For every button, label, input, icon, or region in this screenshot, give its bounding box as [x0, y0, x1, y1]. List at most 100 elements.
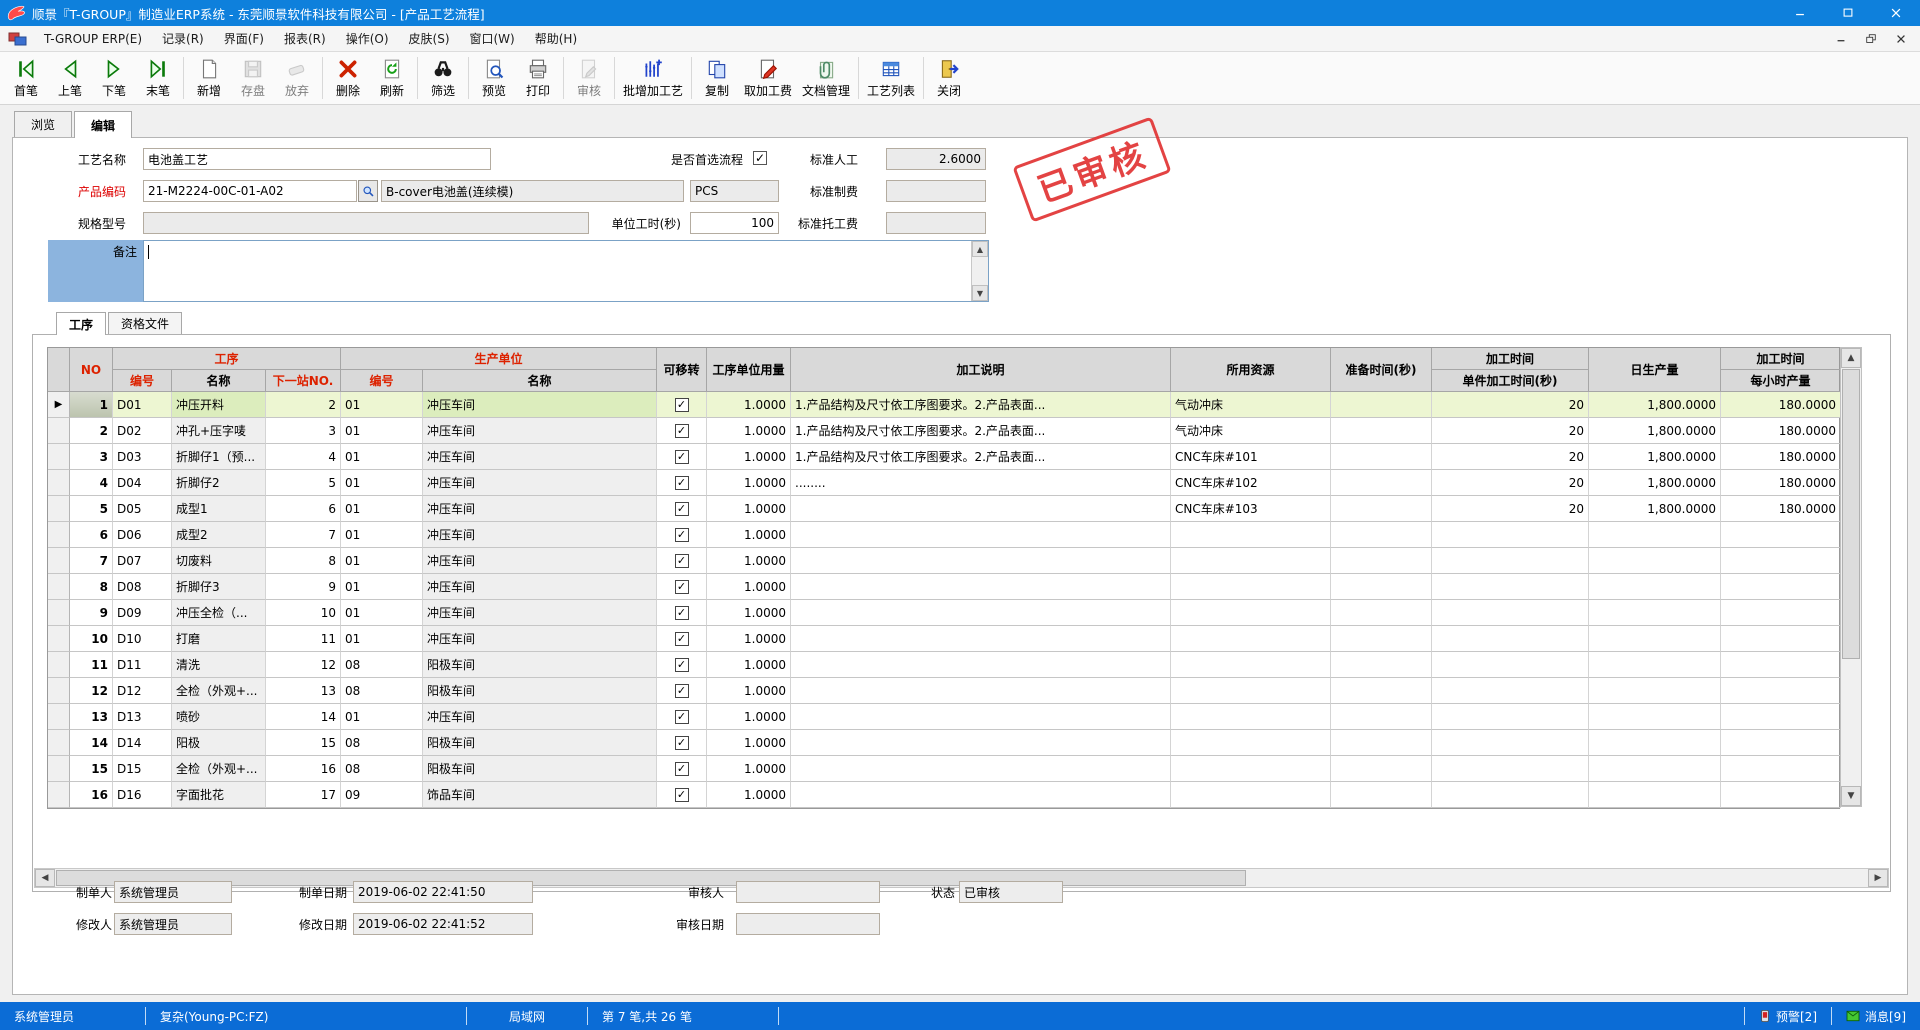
toolbar-filter-button[interactable]: 筛选 — [421, 54, 465, 103]
menu-item-5[interactable]: 皮肤(S) — [399, 28, 460, 50]
movable-checkbox[interactable]: ✓ — [675, 450, 689, 464]
table-row[interactable]: 9D09冲压全检（...1001冲压车间✓1.0000 — [48, 600, 1839, 626]
horizontal-scroll-thumb[interactable] — [56, 870, 1246, 886]
toolbar-delete-button[interactable]: 删除 — [326, 54, 370, 103]
mdi-minimize-button[interactable] — [1832, 30, 1850, 48]
col-header-unit-usage[interactable]: 工序单位用量 — [707, 348, 791, 392]
movable-checkbox[interactable]: ✓ — [675, 554, 689, 568]
status-message[interactable]: 消息[9] — [1832, 1002, 1920, 1030]
table-row[interactable]: 8D08折脚仔3901冲压车间✓1.0000 — [48, 574, 1839, 600]
movable-checkbox[interactable]: ✓ — [675, 580, 689, 594]
table-row[interactable]: 5D05成型1601冲压车间✓1.0000CNC车床#103201,800.00… — [48, 496, 1839, 522]
toolbar-get-fee-button[interactable]: 取加工费 — [739, 54, 797, 103]
unit-hours-input[interactable]: 100 — [690, 212, 779, 234]
movable-checkbox[interactable]: ✓ — [675, 684, 689, 698]
table-row[interactable]: 2D02冲孔+压字唛301冲压车间✓1.00001.产品结构及尺寸依工序图要求。… — [48, 418, 1839, 444]
table-row[interactable]: 6D06成型2701冲压车间✓1.0000 — [48, 522, 1839, 548]
toolbar-copy-button[interactable]: 复制 — [695, 54, 739, 103]
col-group-process[interactable]: 工序 — [113, 348, 341, 370]
table-row[interactable]: 7D07切废料801冲压车间✓1.0000 — [48, 548, 1839, 574]
table-row[interactable]: 4D04折脚仔2501冲压车间✓1.0000........CNC车床#1022… — [48, 470, 1839, 496]
scroll-right-icon[interactable]: ▶ — [1868, 869, 1888, 887]
menu-item-1[interactable]: 记录(R) — [152, 28, 214, 50]
tab-process[interactable]: 工序 — [56, 312, 106, 335]
col-group-proc-time[interactable]: 加工时间 — [1432, 348, 1589, 370]
scroll-down-icon[interactable]: ▼ — [972, 285, 988, 301]
toolbar-doc-manage-button[interactable]: 文档管理 — [797, 54, 855, 103]
mdi-restore-button[interactable] — [1862, 30, 1880, 48]
col-header-unit-name[interactable]: 名称 — [423, 370, 657, 392]
movable-checkbox[interactable]: ✓ — [675, 424, 689, 438]
scroll-left-icon[interactable]: ◀ — [35, 869, 55, 887]
mdi-close-button[interactable] — [1892, 30, 1910, 48]
menu-item-7[interactable]: 帮助(H) — [525, 28, 587, 50]
col-header-next-no[interactable]: 下一站NO. — [266, 370, 341, 392]
table-row[interactable]: 11D11清洗1208阳极车间✓1.0000 — [48, 652, 1839, 678]
menu-item-6[interactable]: 窗口(W) — [460, 28, 525, 50]
toolbar-batch-add-button[interactable]: 批增加工艺 — [618, 54, 688, 103]
col-header-resource[interactable]: 所用资源 — [1171, 348, 1331, 392]
scroll-up-icon[interactable]: ▲ — [1841, 348, 1861, 368]
preferred-flow-checkbox[interactable]: ✓ — [753, 151, 767, 165]
close-window-button[interactable] — [1872, 0, 1920, 26]
movable-checkbox[interactable]: ✓ — [675, 788, 689, 802]
movable-checkbox[interactable]: ✓ — [675, 762, 689, 776]
tab-browse[interactable]: 浏览 — [14, 111, 72, 137]
movable-checkbox[interactable]: ✓ — [675, 528, 689, 542]
col-header-no[interactable]: NO — [70, 348, 113, 392]
toolbar-process-list-button[interactable]: 工艺列表 — [862, 54, 920, 103]
toolbar-close-button[interactable]: 关闭 — [927, 54, 971, 103]
table-row[interactable]: 3D03折脚仔1（预...401冲压车间✓1.00001.产品结构及尺寸依工序图… — [48, 444, 1839, 470]
toolbar-nav-first-button[interactable]: 首笔 — [4, 54, 48, 103]
table-row[interactable]: 16D16字面批花1709饰品车间✓1.0000 — [48, 782, 1839, 808]
tab-edit[interactable]: 编辑 — [74, 111, 132, 138]
col-group-unit[interactable]: 生产单位 — [341, 348, 657, 370]
vertical-scrollbar[interactable]: ▲ ▼ — [1840, 347, 1862, 807]
movable-checkbox[interactable]: ✓ — [675, 736, 689, 750]
col-header-hourly-output[interactable]: 每小时产量 — [1721, 370, 1841, 392]
toolbar-nav-next-button[interactable]: 下笔 — [92, 54, 136, 103]
scroll-down-icon[interactable]: ▼ — [1841, 786, 1861, 806]
col-header-name[interactable]: 名称 — [172, 370, 266, 392]
table-row[interactable]: 12D12全检（外观+...1308阳极车间✓1.0000 — [48, 678, 1839, 704]
col-header-daily-output[interactable]: 日生产量 — [1589, 348, 1721, 392]
toolbar-preview-button[interactable]: 预览 — [472, 54, 516, 103]
movable-checkbox[interactable]: ✓ — [675, 398, 689, 412]
col-header-desc[interactable]: 加工说明 — [791, 348, 1171, 392]
col-header-code[interactable]: 编号 — [113, 370, 172, 392]
tab-qualification[interactable]: 资格文件 — [108, 312, 182, 334]
col-header-unit-proc-time[interactable]: 单件加工时间(秒) — [1432, 370, 1589, 392]
menu-item-0[interactable]: T-GROUP ERP(E) — [34, 28, 152, 50]
col-group-proc-time-2[interactable]: 加工时间 — [1721, 348, 1841, 370]
toolbar-print-button[interactable]: 打印 — [516, 54, 560, 103]
col-header-movable[interactable]: 可移转 — [657, 348, 707, 392]
minimize-button[interactable] — [1776, 0, 1824, 26]
col-header-prep-time[interactable]: 准备时间(秒) — [1331, 348, 1432, 392]
movable-checkbox[interactable]: ✓ — [675, 710, 689, 724]
movable-checkbox[interactable]: ✓ — [675, 632, 689, 646]
remark-input[interactable]: ▲ ▼ — [143, 240, 989, 302]
movable-checkbox[interactable]: ✓ — [675, 658, 689, 672]
table-row[interactable]: 10D10打磨1101冲压车间✓1.0000 — [48, 626, 1839, 652]
toolbar-new-button[interactable]: 新增 — [187, 54, 231, 103]
toolbar-nav-prev-button[interactable]: 上笔 — [48, 54, 92, 103]
movable-checkbox[interactable]: ✓ — [675, 606, 689, 620]
col-header-unit-code[interactable]: 编号 — [341, 370, 423, 392]
maximize-button[interactable] — [1824, 0, 1872, 26]
menu-item-3[interactable]: 报表(R) — [274, 28, 336, 50]
movable-checkbox[interactable]: ✓ — [675, 502, 689, 516]
menu-item-2[interactable]: 界面(F) — [214, 28, 274, 50]
menu-item-4[interactable]: 操作(O) — [336, 28, 399, 50]
scroll-up-icon[interactable]: ▲ — [972, 241, 988, 257]
product-code-input[interactable]: 21-M2224-00C-01-A02 — [143, 180, 357, 202]
status-alert[interactable]: 预警[2] — [1745, 1002, 1831, 1030]
product-code-lookup-button[interactable] — [358, 180, 378, 202]
process-name-input[interactable]: 电池盖工艺 — [143, 148, 491, 170]
table-row[interactable]: ▶1D01冲压开料201冲压车间✓1.00001.产品结构及尺寸依工序图要求。2… — [48, 392, 1839, 418]
vertical-scroll-thumb[interactable] — [1842, 369, 1860, 659]
toolbar-nav-last-button[interactable]: 末笔 — [136, 54, 180, 103]
movable-checkbox[interactable]: ✓ — [675, 476, 689, 490]
remark-scrollbar[interactable]: ▲ ▼ — [971, 241, 988, 301]
toolbar-refresh-button[interactable]: 刷新 — [370, 54, 414, 103]
table-row[interactable]: 13D13喷砂1401冲压车间✓1.0000 — [48, 704, 1839, 730]
